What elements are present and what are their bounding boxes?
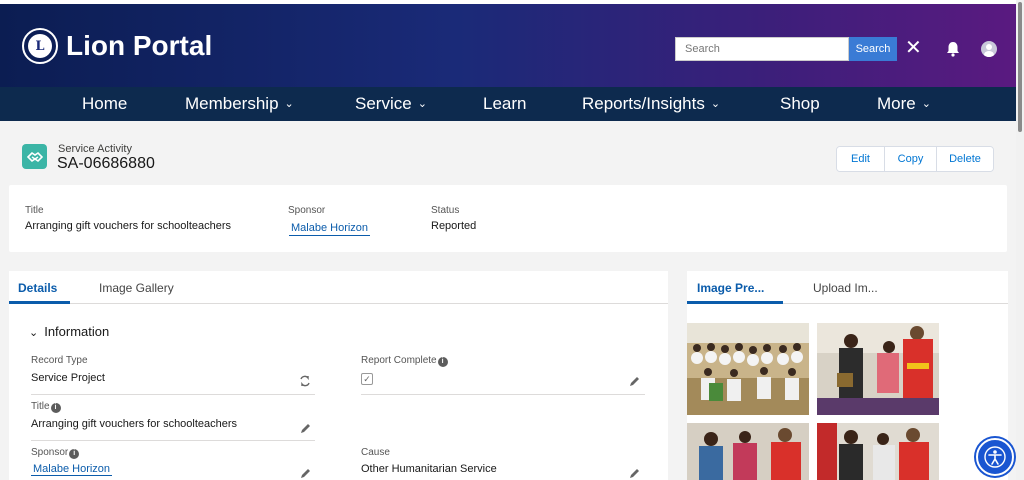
details-card: Details Image Gallery ⌄ Information Recor… (9, 271, 668, 480)
activity-photo[interactable] (687, 423, 809, 480)
report-complete-label-text: Report Complete (361, 355, 437, 366)
field-divider (31, 394, 315, 395)
highlight-sponsor-link[interactable]: Malabe Horizon (289, 221, 371, 236)
user-avatar-icon[interactable] (981, 41, 997, 57)
edit-pencil-icon[interactable] (300, 467, 312, 479)
sponsor-link[interactable]: Malabe Horizon (31, 463, 113, 476)
chevron-down-icon: ⌄ (710, 98, 721, 110)
tab-details[interactable]: Details (18, 281, 57, 295)
delete-button[interactable]: Delete (936, 147, 993, 171)
info-icon[interactable]: i (50, 403, 61, 413)
sponsor-label: Sponsor i (31, 447, 80, 459)
record-object-type: Service Activity (58, 143, 132, 155)
search-button[interactable]: Search (849, 37, 897, 61)
record-id-title: SA-06686880 (57, 155, 155, 172)
nav-reports-label: Reports/Insights (582, 94, 705, 113)
edit-pencil-icon[interactable] (629, 375, 641, 387)
nav-learn-label: Learn (483, 94, 527, 113)
sponsor-label-text: Sponsor (31, 447, 69, 458)
title-label: Title i (31, 401, 61, 413)
nav-home[interactable]: Home (82, 87, 127, 121)
page-scrollbar-thumb[interactable] (1018, 2, 1022, 132)
report-complete-checkbox: ✓ (361, 373, 373, 385)
chevron-down-icon: ⌄ (284, 98, 294, 110)
cause-value: Other Humanitarian Service (361, 463, 497, 475)
section-title: Information (44, 324, 110, 339)
highlight-title-value: Arranging gift vouchers for schoolteache… (25, 220, 232, 232)
activity-photo[interactable] (817, 423, 939, 480)
info-icon[interactable]: i (437, 357, 448, 367)
nav-membership[interactable]: Membership ⌄ (185, 87, 294, 121)
accessibility-button[interactable] (976, 438, 1014, 476)
brand-logo[interactable]: L Lion Portal (22, 28, 212, 64)
edit-pencil-icon[interactable] (629, 467, 641, 479)
nav-more[interactable]: More ⌄ (877, 87, 931, 121)
highlight-status-value: Reported (431, 220, 477, 232)
chevron-down-icon: ⌄ (921, 98, 931, 110)
image-preview-card: Image Pre... Upload Im... (687, 271, 1008, 480)
close-icon[interactable]: ✕ (905, 37, 922, 59)
tab-image-preview[interactable]: Image Pre... (697, 281, 764, 295)
active-tab-indicator (9, 301, 70, 304)
change-record-type-icon[interactable] (299, 375, 311, 387)
edit-pencil-icon[interactable] (300, 422, 312, 434)
nav-service[interactable]: Service ⌄ (355, 87, 427, 121)
tab-upload-image[interactable]: Upload Im... (813, 281, 878, 295)
accessibility-icon (984, 446, 1006, 468)
field-divider (31, 440, 315, 441)
highlights-panel: Title Arranging gift vouchers for school… (9, 185, 1007, 252)
info-icon[interactable]: i (69, 449, 80, 459)
notifications-bell-icon[interactable] (946, 41, 960, 62)
copy-button[interactable]: Copy (884, 147, 936, 171)
brand-title: Lion Portal (66, 30, 213, 61)
highlight-sponsor-label: Sponsor (288, 205, 326, 216)
search-input[interactable] (675, 37, 849, 61)
record-type-label: Record Type (31, 355, 88, 366)
service-activity-icon (22, 144, 47, 169)
details-tabs: Details Image Gallery (9, 271, 668, 304)
report-complete-label: Report Complete i (361, 355, 448, 367)
edit-button[interactable]: Edit (837, 147, 884, 171)
title-value: Arranging gift vouchers for schoolteache… (31, 418, 238, 430)
chevron-down-icon: ⌄ (417, 98, 427, 110)
field-divider (361, 394, 645, 395)
highlight-title-label: Title (25, 205, 44, 216)
active-tab-indicator (687, 301, 783, 304)
top-header: L Lion Portal Search ✕ (0, 0, 1016, 87)
chevron-down-icon: ⌄ (29, 327, 39, 339)
section-information-toggle[interactable]: ⌄ Information (29, 324, 109, 339)
nav-home-label: Home (82, 94, 128, 113)
tab-image-gallery[interactable]: Image Gallery (99, 281, 174, 295)
record-type-value: Service Project (31, 372, 105, 384)
nav-service-label: Service (355, 94, 412, 113)
image-tabs: Image Pre... Upload Im... (687, 271, 1008, 304)
nav-learn[interactable]: Learn (483, 87, 526, 121)
cause-label: Cause (361, 447, 390, 458)
nav-reports-insights[interactable]: Reports/Insights ⌄ (582, 87, 720, 121)
record-actions: Edit Copy Delete (836, 146, 994, 172)
nav-more-label: More (877, 94, 916, 113)
main-navigation: Home Membership ⌄ Service ⌄ Learn Reports/… (0, 87, 1016, 121)
nav-shop[interactable]: Shop (780, 87, 820, 121)
highlight-status-label: Status (431, 205, 460, 216)
title-label-text: Title (31, 401, 50, 412)
lions-emblem-icon: L (22, 28, 58, 64)
activity-photo[interactable] (687, 323, 809, 415)
nav-shop-label: Shop (780, 94, 820, 113)
activity-photo[interactable] (817, 323, 939, 415)
nav-membership-label: Membership (185, 94, 279, 113)
